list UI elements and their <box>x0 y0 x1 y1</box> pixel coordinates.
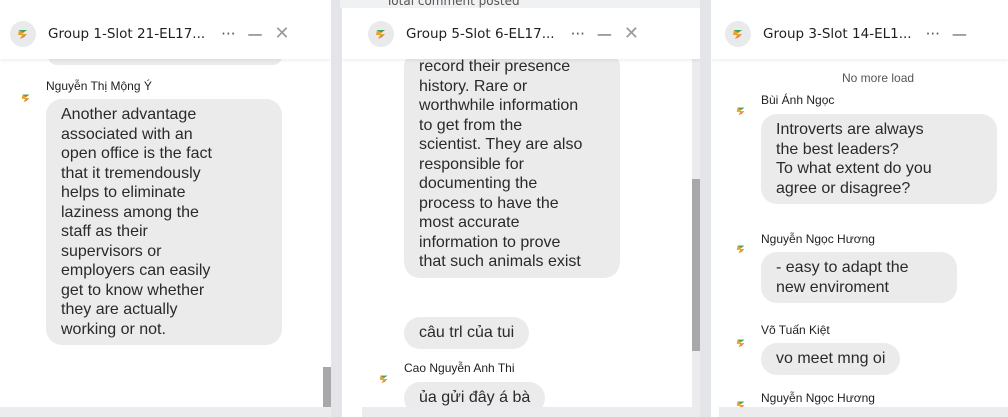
chat-window-group-3: Group 3-Slot 14-EL1... ··· — No more loa… <box>711 8 1008 417</box>
message-bubble: Introverts are always the best leaders? … <box>761 114 997 204</box>
user-avatar-icon <box>736 107 745 116</box>
no-more-load-label: No more load <box>842 71 915 85</box>
chat-header: Group 5-Slot 6-EL17... ··· — ✕ <box>342 8 700 59</box>
close-button[interactable]: ✕ <box>624 23 639 44</box>
scrollbar-thumb[interactable] <box>323 367 331 407</box>
minimize-button[interactable]: — <box>247 25 262 43</box>
message-author: Bùi Ánh Ngọc <box>761 93 835 107</box>
chat-window-group-1: Group 1-Slot 21-EL17... ··· — ✕ Nguyễn T… <box>0 8 331 417</box>
more-options-button[interactable]: ··· <box>571 25 585 43</box>
user-avatar-icon <box>21 94 30 103</box>
message-bubble: ủa gửi đây á bà <box>404 382 546 407</box>
minimize-button[interactable]: — <box>597 25 612 43</box>
panel-gap <box>331 0 342 417</box>
message-author: Cao Nguyễn Anh Thi <box>404 361 515 375</box>
background-partial-text: Total comment posted <box>340 0 700 8</box>
message-bubble: record their presence history. Rare or w… <box>404 59 620 278</box>
chat-header: Group 1-Slot 21-EL17... ··· — ✕ <box>0 8 331 59</box>
user-avatar-icon <box>379 375 388 384</box>
scrollbar-thumb[interactable] <box>692 179 700 351</box>
chat-window-group-5: Group 5-Slot 6-EL17... ··· — ✕ record th… <box>342 8 700 417</box>
message-bubble: câu trl của tui <box>404 317 530 349</box>
input-area[interactable] <box>0 407 331 417</box>
input-area[interactable] <box>362 407 700 417</box>
message-author: Võ Tuấn Kiệt <box>761 323 830 337</box>
chat-header: Group 3-Slot 14-EL1... ··· — <box>711 8 1008 59</box>
user-avatar-icon <box>736 401 745 407</box>
message-bubble: - easy to adapt the new enviroment <box>761 252 957 303</box>
panel-gap <box>700 0 711 417</box>
chat-title[interactable]: Group 5-Slot 6-EL17... <box>406 26 555 42</box>
user-avatar-icon <box>736 339 745 348</box>
message-list[interactable]: record their presence history. Rare or w… <box>342 59 700 407</box>
message-bubble: vo meet mng oi <box>761 343 901 375</box>
close-button[interactable]: ✕ <box>274 23 289 44</box>
message-bubble-partial <box>48 59 282 65</box>
more-options-button[interactable]: ··· <box>221 25 235 43</box>
more-options-button[interactable]: ··· <box>926 25 940 43</box>
input-area[interactable] <box>719 407 1008 417</box>
group-logo-icon <box>368 20 394 47</box>
chat-title[interactable]: Group 1-Slot 21-EL17... <box>48 26 205 42</box>
message-author: Nguyễn Ngọc Hương <box>761 232 875 246</box>
message-bubble: Another advantage associated with an ope… <box>46 99 282 345</box>
user-avatar-icon <box>736 245 745 254</box>
chat-title[interactable]: Group 3-Slot 14-EL1... <box>763 26 912 42</box>
minimize-button[interactable]: — <box>952 25 967 43</box>
message-author: Nguyễn Ngọc Hương <box>761 391 875 405</box>
message-author: Nguyễn Thị Mộng Ý <box>46 79 152 93</box>
group-logo-icon <box>725 20 751 47</box>
group-logo-icon <box>10 20 36 47</box>
message-list[interactable]: Nguyễn Thị Mộng Ý Another advantage asso… <box>0 59 331 407</box>
message-list[interactable]: No more load Bùi Ánh Ngọc Introverts are… <box>711 59 1008 407</box>
